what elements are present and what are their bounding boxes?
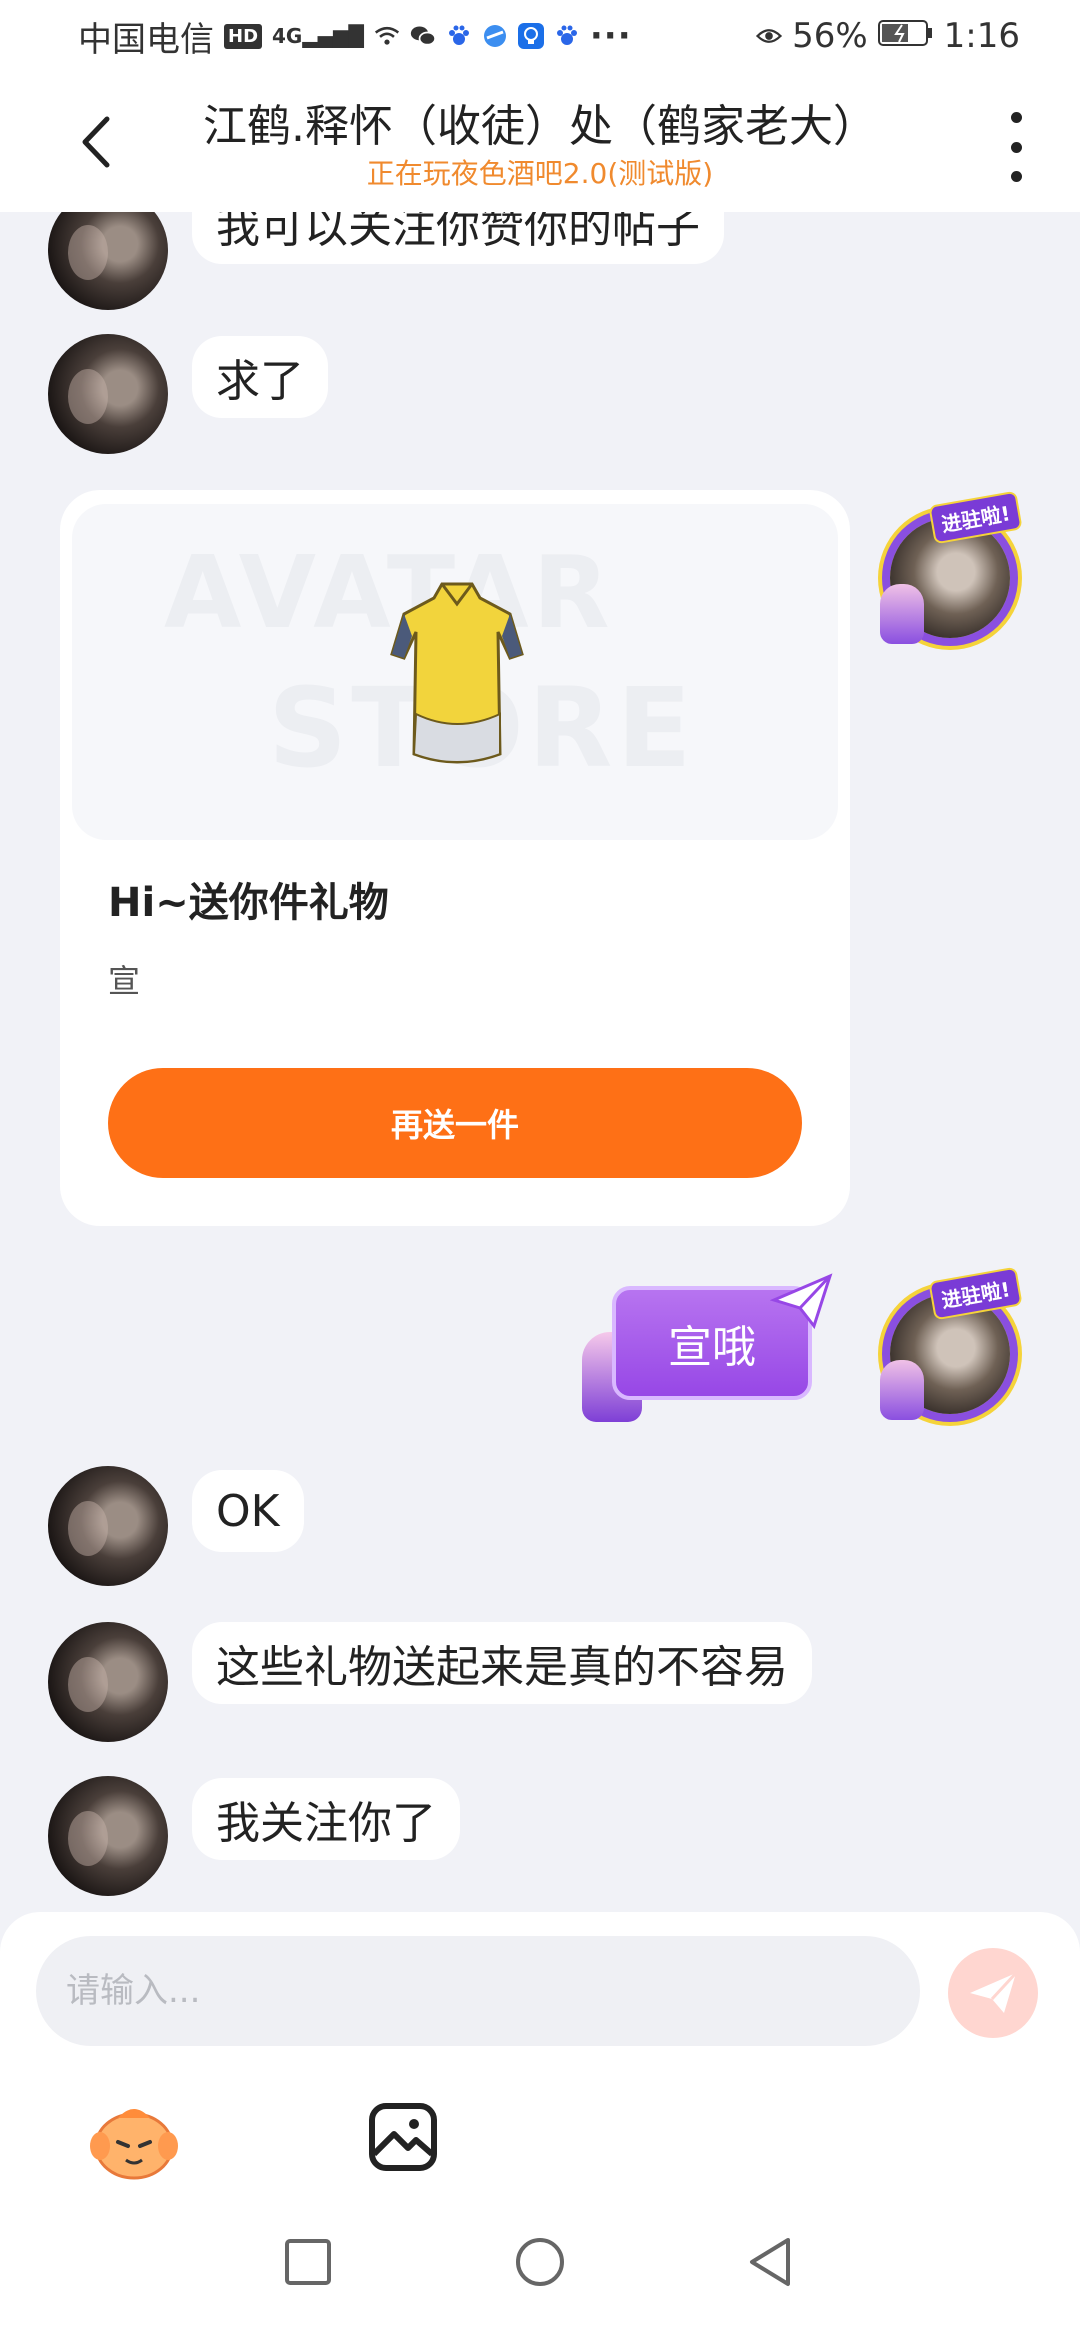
network-type-label: 4G — [272, 24, 303, 48]
my-avatar[interactable]: 进驻啦! — [880, 1266, 1023, 1424]
composer — [0, 1912, 1080, 2182]
message-bubble: 求了 — [192, 336, 328, 418]
more-icon — [1010, 112, 1022, 123]
baidu-icon-2 — [554, 23, 580, 49]
nav-square-icon — [285, 2239, 331, 2285]
contact-avatar[interactable] — [48, 212, 168, 310]
carrier-label: 中国电信 — [78, 19, 214, 60]
chibi-icon — [880, 1360, 924, 1420]
image-icon — [369, 2103, 437, 2171]
clock: 1:16 — [943, 16, 1020, 56]
message-bubble: 我关注你了 — [192, 1778, 460, 1860]
image-button[interactable] — [368, 2102, 438, 2172]
message-input[interactable] — [36, 1936, 920, 2046]
system-nav-bar — [0, 2182, 1080, 2340]
contact-avatar[interactable] — [48, 1466, 168, 1586]
avatar-frame-tag: 进驻啦! — [928, 490, 1023, 545]
send-button[interactable] — [948, 1948, 1038, 2038]
lightbulb-app-icon — [517, 23, 544, 49]
paper-plane-icon — [770, 1273, 833, 1330]
contact-avatar[interactable] — [48, 1622, 168, 1742]
wechat-icon — [410, 23, 436, 49]
gift-card[interactable]: AVATAR STORE Hi~送你件礼物 宣 再送一件 — [60, 490, 850, 1226]
nav-circle-icon — [516, 2238, 564, 2286]
battery-percent: 56% — [792, 16, 868, 56]
baidu-icon — [446, 23, 472, 49]
chat-messages[interactable]: 我可以关注你赞你的帖子 求了 AVATAR STORE Hi~送你件礼物 宣 再… — [0, 212, 1080, 1912]
back-icon — [82, 116, 110, 168]
chat-subtitle[interactable]: 正在玩夜色酒吧2.0(测试版) — [200, 152, 880, 192]
browser-icon — [482, 23, 508, 49]
message-bubble: 这些礼物送起来是真的不容易 — [192, 1622, 812, 1704]
nav-back-icon — [750, 2238, 790, 2286]
status-bar: 中国电信 HD 4G▂▄▆█ ··· 56% 1:16 — [0, 0, 1080, 72]
emoji-icon — [90, 2109, 178, 2180]
back-button[interactable] — [66, 112, 126, 172]
gift-image: AVATAR STORE — [72, 504, 838, 840]
avatar-frame-tag: 进驻啦! — [928, 1266, 1023, 1321]
gift-message: 宣 — [108, 962, 141, 1000]
chat-title: 江鹤.释怀（收徒）处（鹤家老大） — [203, 101, 877, 152]
chibi-icon — [880, 584, 924, 644]
nav-home-button[interactable] — [512, 2234, 568, 2290]
my-avatar[interactable]: 进驻啦! — [880, 490, 1023, 648]
gift-title: Hi~送你件礼物 — [108, 880, 389, 926]
nav-recents-button[interactable] — [280, 2234, 336, 2290]
eye-icon — [756, 23, 783, 49]
hd-badge: HD — [224, 23, 263, 49]
signal-icon: 4G▂▄▆█ — [272, 24, 364, 48]
send-icon — [970, 1971, 1018, 2013]
message-bubble: 我可以关注你赞你的帖子 — [192, 212, 724, 264]
message-bubble: OK — [192, 1470, 304, 1552]
contact-avatar[interactable] — [48, 1776, 168, 1896]
send-another-gift-button[interactable]: 再送一件 — [108, 1068, 802, 1178]
chat-header: 江鹤.释怀（收徒）处（鹤家老大） 正在玩夜色酒吧2.0(测试版) — [0, 72, 1080, 212]
battery-icon — [877, 16, 934, 56]
robe-icon — [390, 582, 524, 764]
emoji-button[interactable] — [88, 2100, 180, 2180]
contact-avatar[interactable] — [48, 334, 168, 454]
nav-back-button[interactable] — [742, 2234, 798, 2290]
more-notifications-icon: ··· — [589, 16, 632, 56]
wifi-icon — [374, 23, 400, 49]
more-button[interactable] — [996, 112, 1036, 182]
